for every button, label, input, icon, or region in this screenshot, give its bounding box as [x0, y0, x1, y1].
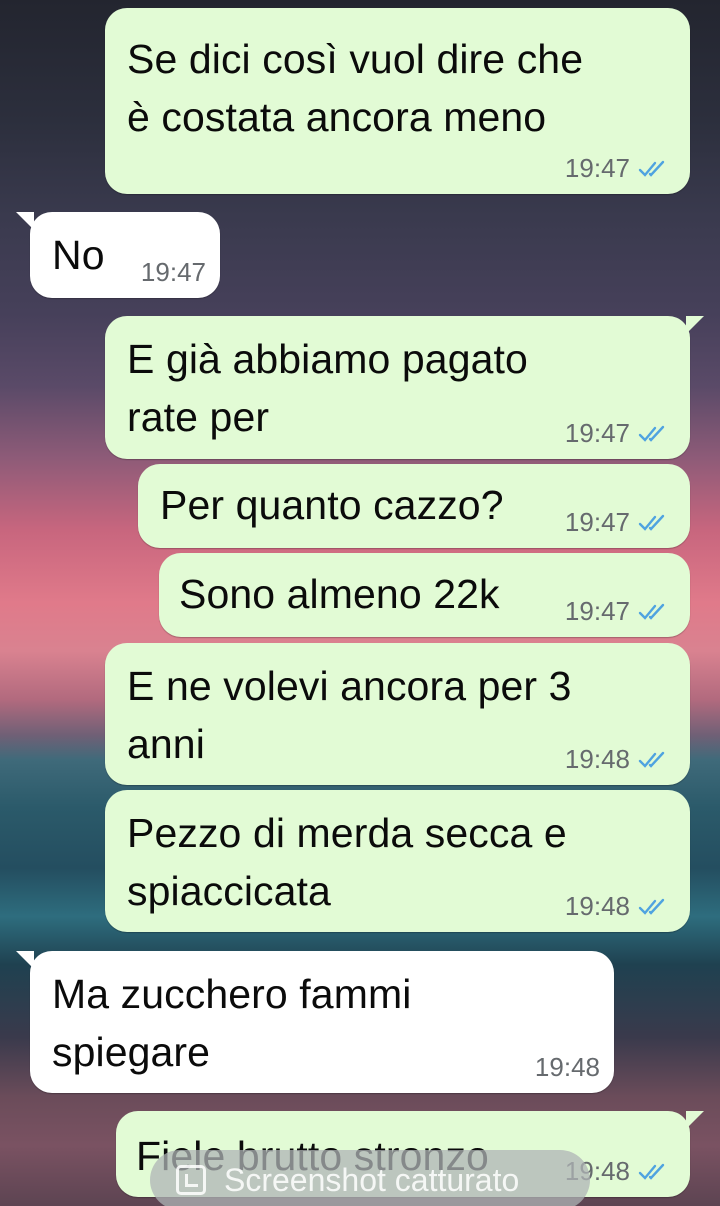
- message-time: 19:47: [564, 418, 630, 448]
- message-text: Se dici così vuol dire che è costata anc…: [127, 30, 583, 146]
- message-time: 19:47: [564, 507, 630, 537]
- bubble-tail: [16, 212, 34, 230]
- message-time: 19:48: [564, 744, 630, 774]
- message-text: Per quanto cazzo?: [160, 476, 504, 534]
- message-meta: 19:47: [141, 257, 206, 288]
- message-meta: 19:47: [565, 596, 668, 627]
- message-bubble-outgoing[interactable]: E già abbiamo pagato rate per 19:47: [105, 316, 704, 459]
- message-text: Ma zucchero fammi spiegare: [52, 965, 411, 1081]
- read-ticks-icon: [638, 160, 665, 177]
- message-text-line: spiegare: [52, 1029, 211, 1075]
- message-text: Pezzo di merda secca e spiaccicata: [127, 804, 567, 920]
- bubble-tail: [686, 1111, 704, 1129]
- bubble-tail: [16, 951, 34, 969]
- message-meta: 19:47: [565, 418, 668, 449]
- message-text-line: No: [52, 232, 105, 278]
- message-bubble-outgoing[interactable]: Se dici così vuol dire che è costata anc…: [105, 8, 690, 194]
- message-time: 19:47: [564, 153, 630, 183]
- bubble-tail: [686, 316, 704, 334]
- read-ticks-icon: [638, 603, 665, 620]
- message-text-line: E ne volevi ancora per 3: [127, 663, 572, 709]
- message-bubble-outgoing[interactable]: Sono almeno 22k 19:47: [159, 553, 690, 637]
- message-text-line: Ma zucchero fammi: [52, 971, 412, 1017]
- message-text: E già abbiamo pagato rate per: [127, 330, 528, 446]
- message-text-line: anni: [127, 721, 205, 767]
- message-text-line: Se dici così vuol dire che: [127, 36, 584, 82]
- message-bubble-incoming[interactable]: No 19:47: [16, 212, 220, 298]
- message-text-line: è costata ancora meno: [127, 94, 547, 140]
- read-ticks-icon: [638, 425, 665, 442]
- read-ticks-icon: [638, 898, 665, 915]
- message-bubble-outgoing[interactable]: E ne volevi ancora per 3 anni 19:48: [105, 643, 690, 785]
- message-text-line: spiaccicata: [127, 868, 331, 914]
- message-time: 19:47: [140, 257, 206, 287]
- toast-text: Screenshot catturato: [224, 1161, 520, 1198]
- message-bubble-outgoing[interactable]: Per quanto cazzo? 19:47: [138, 464, 690, 548]
- message-text-line: Pezzo di merda secca e: [127, 810, 567, 856]
- message-bubble-outgoing[interactable]: Pezzo di merda secca e spiaccicata 19:48: [105, 790, 690, 932]
- chat-message-list[interactable]: Se dici così vuol dire che è costata anc…: [0, 0, 720, 1206]
- message-text-line: Sono almeno 22k: [179, 571, 500, 617]
- read-ticks-icon: [638, 514, 665, 531]
- message-meta: 19:48: [565, 744, 668, 775]
- message-bubble-incoming[interactable]: Ma zucchero fammi spiegare 19:48: [16, 951, 614, 1093]
- message-text: E ne volevi ancora per 3 anni: [127, 657, 572, 773]
- read-ticks-icon: [638, 751, 665, 768]
- screenshot-icon: [176, 1165, 206, 1195]
- message-meta: 19:47: [565, 153, 668, 184]
- screenshot-toast[interactable]: Screenshot catturato: [150, 1150, 590, 1206]
- message-meta: 19:48: [535, 1052, 600, 1083]
- message-meta: 19:47: [565, 507, 668, 538]
- message-text-line: rate per: [127, 394, 270, 440]
- read-ticks-icon: [638, 1163, 665, 1180]
- message-text: No: [52, 226, 105, 284]
- message-time: 19:48: [564, 891, 630, 921]
- message-time: 19:47: [564, 596, 630, 626]
- message-time: 19:48: [534, 1052, 600, 1082]
- message-text-line: E già abbiamo pagato: [127, 336, 528, 382]
- message-text: Sono almeno 22k: [179, 565, 500, 623]
- message-text-line: Per quanto cazzo?: [160, 482, 504, 528]
- message-meta: 19:48: [565, 891, 668, 922]
